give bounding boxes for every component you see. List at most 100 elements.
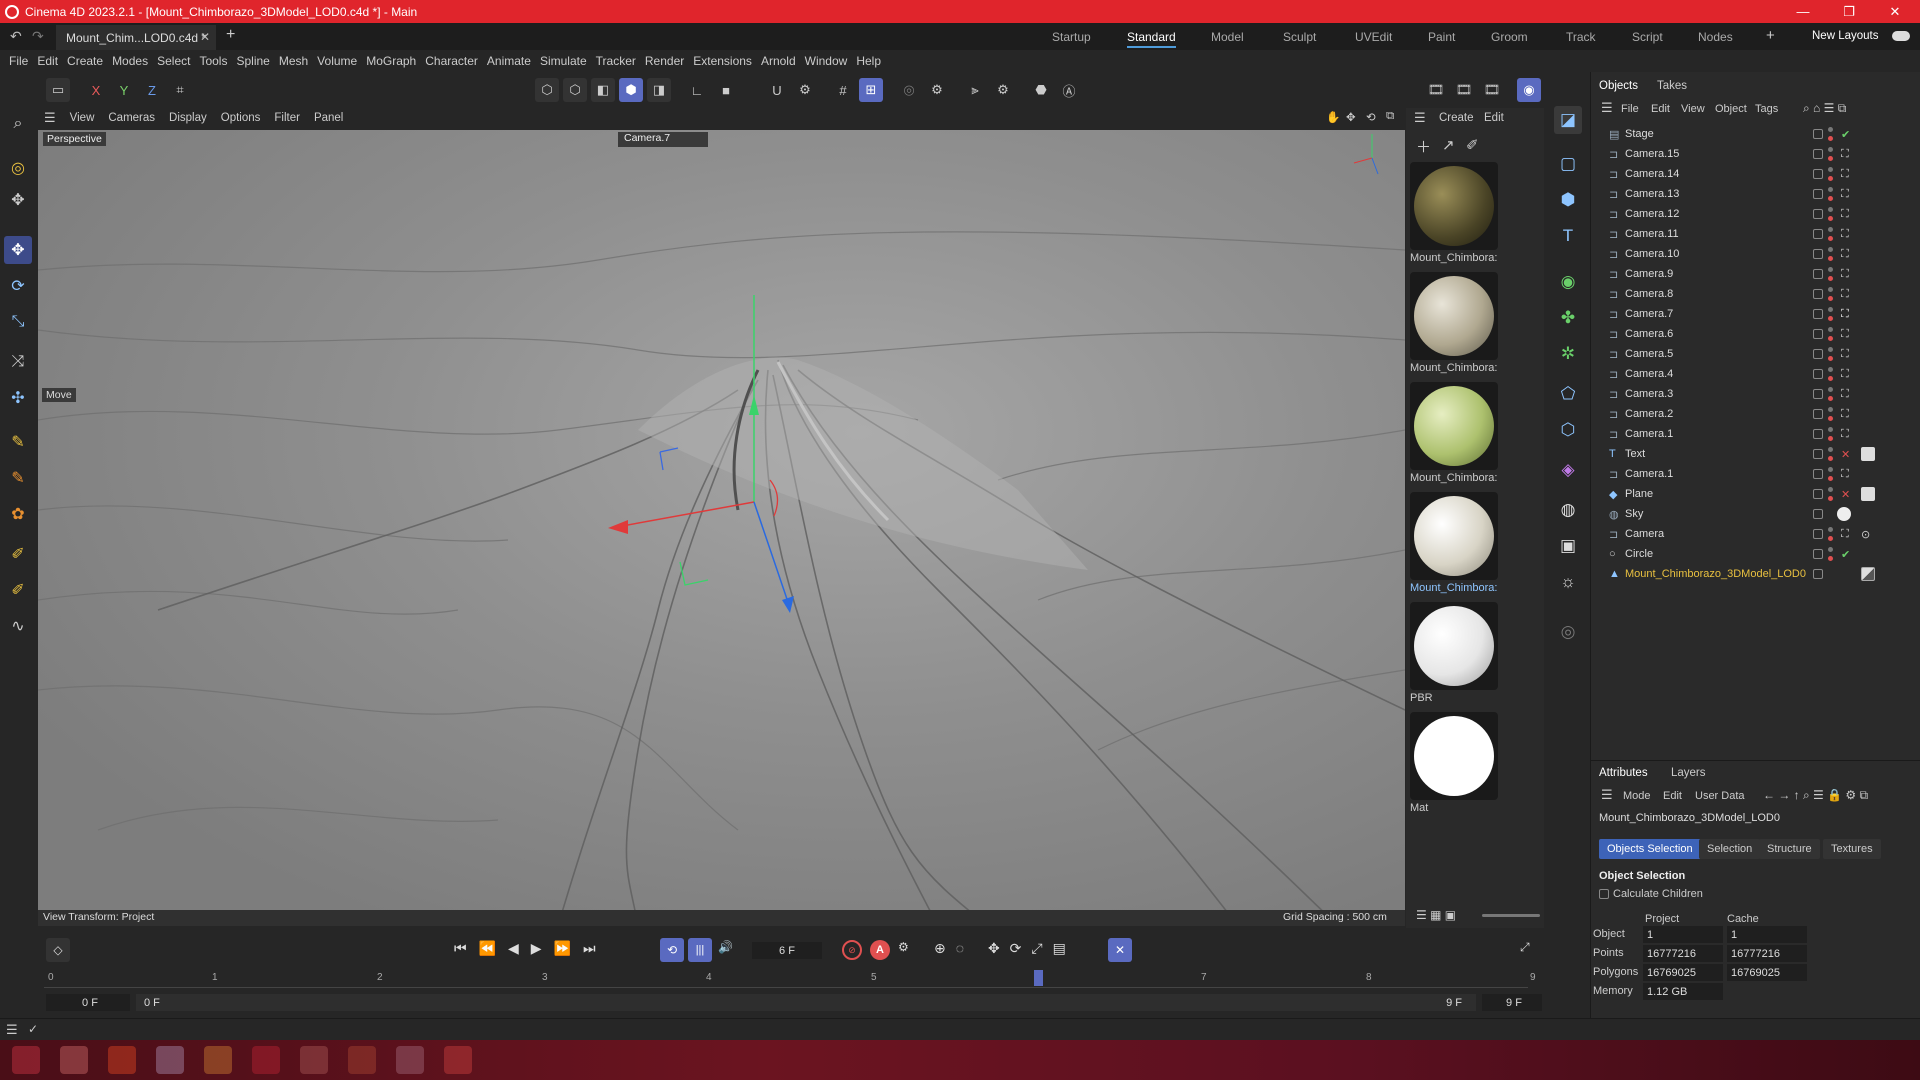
viewport-menu-filter[interactable]: Filter — [274, 112, 300, 124]
object-cache-field[interactable]: 1 — [1727, 926, 1807, 943]
visibility-flag[interactable] — [1813, 529, 1823, 539]
status-hamburger-icon[interactable]: ☰ — [6, 1022, 18, 1038]
render-to-pv-icon[interactable]: 🎞 — [1480, 78, 1504, 102]
attributes-menu-mode[interactable]: Mode — [1623, 790, 1651, 802]
menu-tools[interactable]: Tools — [199, 54, 227, 68]
objects-hamburger-icon[interactable]: ☰ — [1601, 100, 1613, 116]
visibility-flag[interactable] — [1813, 429, 1823, 439]
material-item[interactable]: Mount_Chimbora: — [1410, 272, 1500, 374]
sky-material-tag-icon[interactable] — [1837, 507, 1851, 521]
layout-uvedit[interactable]: UVEdit — [1355, 23, 1392, 50]
menu-file[interactable]: File — [9, 54, 28, 68]
field-icon[interactable]: ⬠ — [1554, 380, 1582, 408]
taskbar-app-icon[interactable] — [444, 1046, 472, 1074]
workplane-icon[interactable]: ⊞ — [859, 78, 883, 102]
menu-select[interactable]: Select — [157, 54, 190, 68]
sound-icon[interactable]: 🔊 — [718, 940, 733, 954]
taskbar-app-icon[interactable] — [252, 1046, 280, 1074]
object-row[interactable]: ⊐ Camera.1 ⛶ — [1591, 424, 1920, 444]
material-menu-edit[interactable]: Edit — [1484, 112, 1504, 124]
visibility-flag[interactable] — [1813, 549, 1823, 559]
visibility-flag[interactable] — [1813, 349, 1823, 359]
layout-track[interactable]: Track — [1566, 23, 1596, 50]
material-menu-create[interactable]: Create — [1439, 112, 1474, 124]
visibility-flag[interactable] — [1813, 169, 1823, 179]
visibility-flag[interactable] — [1813, 409, 1823, 419]
start-frame-field[interactable]: 0 F — [46, 994, 130, 1011]
object-row[interactable]: ⊐ Camera.2 ⛶ — [1591, 404, 1920, 424]
visibility-flag[interactable] — [1813, 469, 1823, 479]
object-row[interactable]: ⊐ Camera.4 ⛶ — [1591, 364, 1920, 384]
maximize-view-icon[interactable]: ⧉ — [1386, 110, 1394, 123]
current-frame-field[interactable]: 6 F — [752, 942, 822, 959]
menu-tracker[interactable]: Tracker — [596, 54, 636, 68]
menu-mesh[interactable]: Mesh — [279, 54, 308, 68]
texture-tag-icon[interactable] — [1861, 567, 1875, 581]
polygons-mode-icon[interactable]: ◧ — [591, 78, 615, 102]
tab-objects[interactable]: Objects — [1599, 80, 1638, 92]
spline-smooth-icon[interactable]: ✿ — [4, 500, 32, 528]
restore-icon[interactable]: ❐ — [1826, 0, 1872, 23]
active-camera-label[interactable]: Camera.7 — [618, 132, 708, 147]
cube-icon[interactable]: ⬢ — [1554, 186, 1582, 214]
target-tag-icon[interactable]: ⊙ — [1861, 528, 1870, 541]
visibility-flag[interactable] — [1813, 189, 1823, 199]
material-hamburger-icon[interactable]: ☰ — [1414, 110, 1426, 126]
menu-simulate[interactable]: Simulate — [540, 54, 587, 68]
object-tag[interactable]: ⛶ — [1841, 348, 1849, 361]
close-icon[interactable]: ✕ — [1872, 0, 1918, 23]
snap-settings-icon[interactable]: ⚙ — [793, 78, 817, 102]
range-slider[interactable]: 0 F 9 F — [136, 994, 1476, 1011]
visibility-flag[interactable] — [1813, 309, 1823, 319]
end-frame-field[interactable]: 9 F — [1482, 994, 1542, 1011]
menu-edit[interactable]: Edit — [37, 54, 58, 68]
object-tag[interactable]: ⛶ — [1841, 468, 1849, 481]
visibility-flag[interactable] — [1813, 569, 1823, 579]
z-axis-toggle[interactable]: Z — [140, 78, 164, 102]
sketch-tool-icon[interactable]: ✎ — [4, 464, 32, 492]
object-tag[interactable]: ⛶ — [1841, 168, 1849, 181]
x-axis-toggle[interactable]: X — [84, 78, 108, 102]
objects-menu-edit[interactable]: Edit — [1651, 103, 1670, 115]
visibility-flag[interactable] — [1813, 449, 1823, 459]
menu-extensions[interactable]: Extensions — [693, 54, 752, 68]
objects-menu-object[interactable]: Object — [1715, 103, 1747, 115]
layout-startup[interactable]: Startup — [1052, 23, 1091, 50]
object-tag[interactable]: ⛶ — [1841, 248, 1849, 261]
menu-character[interactable]: Character — [425, 54, 478, 68]
subtab-objects-selection[interactable]: Objects Selection — [1599, 839, 1701, 859]
visibility-flag[interactable] — [1813, 509, 1823, 519]
interactive-render-icon[interactable]: ◉ — [1517, 78, 1541, 102]
visibility-flag[interactable] — [1813, 149, 1823, 159]
taskbar-app-icon[interactable] — [348, 1046, 376, 1074]
add-material-icon[interactable]: ＋ — [1416, 136, 1431, 157]
new-tab-icon[interactable]: + — [226, 26, 235, 44]
object-row[interactable]: ⊐ Camera.8 ⛶ — [1591, 284, 1920, 304]
spline-pen-icon[interactable]: ✎ — [4, 428, 32, 456]
tab-attributes[interactable]: Attributes — [1599, 767, 1648, 779]
visibility-flag[interactable] — [1813, 389, 1823, 399]
viewport-menu-display[interactable]: Display — [169, 112, 207, 124]
memory-project-field[interactable]: 1.12 GB — [1643, 983, 1723, 1000]
object-tag-active[interactable]: ⛶ — [1841, 308, 1849, 321]
polygons-project-field[interactable]: 16769025 — [1643, 964, 1723, 981]
move-tool-icon[interactable]: ✥ — [4, 236, 32, 264]
object-tag[interactable]: ✕ — [1841, 448, 1850, 461]
viewport-hamburger-icon[interactable]: ☰ — [44, 110, 56, 126]
preview-range-icon[interactable]: ||| — [688, 938, 712, 962]
object-tag[interactable]: ⛶ — [1841, 288, 1849, 301]
rotate-tool-icon[interactable]: ⟳ — [4, 272, 32, 300]
light-icon[interactable]: ☼ — [1554, 568, 1582, 596]
viewport-menu-cameras[interactable]: Cameras — [108, 112, 155, 124]
object-row[interactable]: ⊐ Camera.11 ⛶ — [1591, 224, 1920, 244]
document-tab[interactable]: Mount_Chim...LOD0.c4d * ✕ — [56, 25, 216, 50]
solo-icon[interactable]: ■ — [714, 78, 738, 102]
deformer-icon[interactable]: ✲ — [1554, 340, 1582, 368]
menu-mograph[interactable]: MoGraph — [366, 54, 416, 68]
material-item[interactable]: Mount_Chimbora: — [1410, 162, 1500, 264]
layout-sculpt[interactable]: Sculpt — [1283, 23, 1316, 50]
new-layouts-toggle[interactable] — [1892, 31, 1910, 41]
mograph-icon[interactable]: ✤ — [1554, 304, 1582, 332]
redo-icon[interactable]: ↷ — [32, 28, 44, 45]
viewport-menu-panel[interactable]: Panel — [314, 112, 343, 124]
